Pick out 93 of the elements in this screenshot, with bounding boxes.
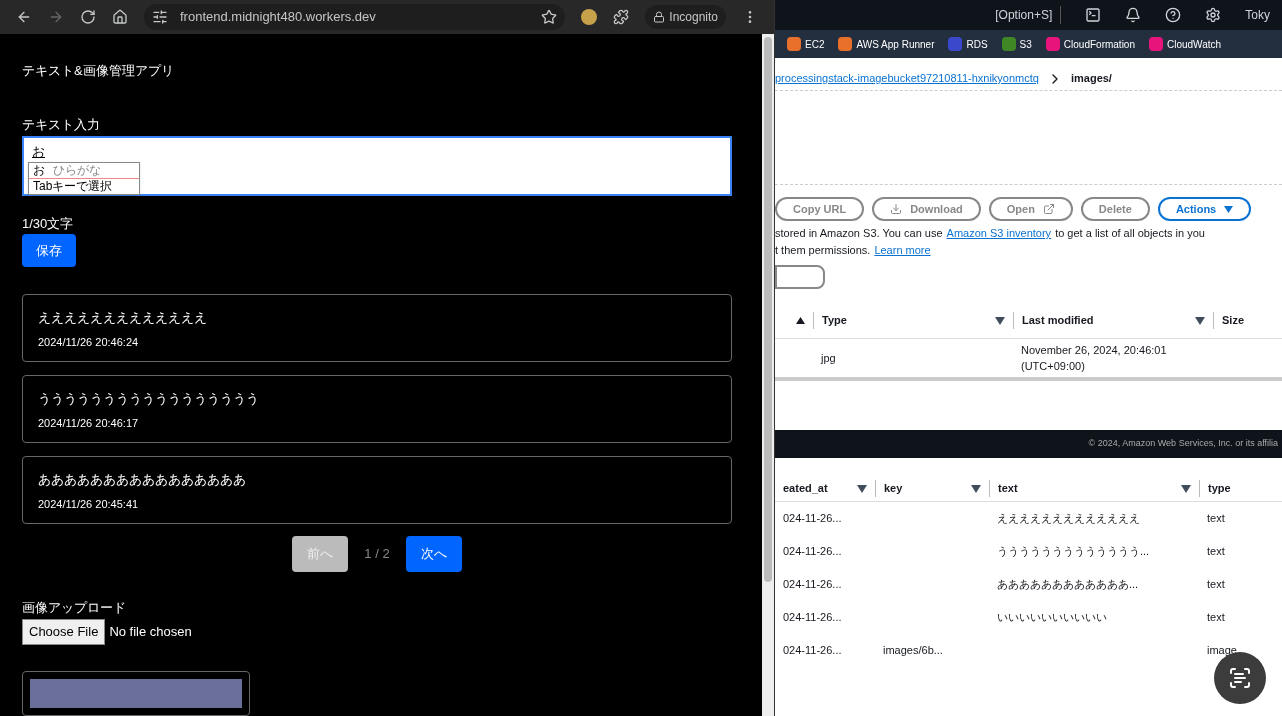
table-cell-text: えええええええええええええ (996, 511, 1141, 527)
action-button[interactable]: Actions (1157, 197, 1252, 221)
external-link-icon (1042, 203, 1055, 215)
action-button[interactable]: Copy URL (775, 197, 865, 221)
info-text: to get a list of all objects in you (1055, 226, 1205, 241)
sort-caret-icon[interactable] (1195, 316, 1205, 325)
table-cell-text: 024-11-26... (782, 643, 843, 659)
column-header[interactable]: key (884, 480, 903, 497)
table-cell-text: text (1206, 544, 1226, 560)
save-button[interactable]: 保存 (22, 233, 76, 268)
table-cell-text: ううううううううううううう... (996, 544, 1151, 560)
caret-icon (1224, 205, 1234, 213)
scan-text-icon (1228, 666, 1252, 690)
bucket-link[interactable]: processingstack-imagebucket97210811-hxnikyonmctq (775, 70, 1039, 87)
action-button[interactable]: Delete (1080, 197, 1150, 221)
sort-caret-icon[interactable] (971, 484, 981, 493)
service-shortcut[interactable]: CloudWatch (1149, 36, 1222, 52)
table-cell-text: text (1206, 610, 1226, 626)
sort-caret-icon[interactable] (1181, 484, 1191, 493)
forward-icon[interactable] (48, 9, 64, 25)
entry-timestamp: 2024/11/26 20:45:41 (38, 496, 140, 512)
sort-caret-icon[interactable] (857, 484, 867, 493)
service-shortcut[interactable]: AWS App Runner (838, 36, 935, 52)
char-count: 1/30文字 (22, 215, 75, 234)
help-icon[interactable] (1165, 7, 1182, 23)
table-cell-text: images/6b... (882, 643, 944, 659)
next-button[interactable]: 次へ (405, 536, 462, 572)
text-input-area[interactable]: お お ひらがな Tabキーで選択 (22, 136, 732, 197)
bell-icon[interactable] (1125, 7, 1142, 23)
incognito-chip[interactable]: Incognito (645, 5, 726, 29)
learn-more-link[interactable]: Learn more (874, 242, 931, 259)
column-header[interactable]: Type (822, 312, 847, 329)
service-shortcut[interactable]: S3 (1001, 36, 1032, 52)
url-text: frontend.midnight480.workers.dev (180, 8, 377, 27)
page-indicator: 1 / 2 (364, 545, 390, 564)
bookmark-star-icon[interactable] (541, 9, 558, 25)
settings-icon[interactable] (1205, 7, 1222, 23)
terminal-icon[interactable] (1085, 7, 1102, 23)
region-label[interactable]: Toky (1245, 6, 1270, 24)
service-shortcut[interactable]: RDS (948, 36, 988, 52)
table-cell-text: 024-11-26... (782, 610, 843, 626)
input-label: テキスト入力 (22, 115, 101, 134)
sort-caret-icon[interactable] (995, 316, 1005, 325)
column-header[interactable]: Last modified (1022, 312, 1094, 329)
entry-text: ああああああああああああああああ (38, 471, 247, 490)
scrollbar[interactable] (762, 34, 774, 716)
download-icon (890, 203, 903, 215)
entry-text: えええええええええええええ (38, 309, 208, 328)
info-text: stored in Amazon S3. You can use (775, 226, 943, 241)
sort-ascending-icon[interactable] (796, 317, 805, 324)
choose-file-button[interactable]: Choose File (22, 619, 106, 645)
info-text: t them permissions. (775, 243, 871, 258)
ime-candidate[interactable]: お ひらがな (29, 163, 139, 179)
reload-icon[interactable] (80, 9, 96, 25)
copyright-text: © 2024, Amazon Web Services, Inc. or its affilia (1088, 437, 1278, 451)
composing-text: お (32, 144, 45, 159)
table-cell-text: ああああああああああああ... (996, 577, 1140, 593)
column-header[interactable]: Size (1222, 312, 1244, 329)
action-button[interactable]: Open (988, 197, 1073, 221)
breadcrumb-current: images/ (1070, 71, 1112, 87)
back-icon[interactable] (16, 9, 32, 25)
upload-label: 画像アップロード (22, 598, 127, 617)
entry-timestamp: 2024/11/26 20:46:24 (38, 334, 140, 350)
home-icon[interactable] (112, 9, 128, 25)
entry-text: ううううううううううううううううう (38, 390, 260, 409)
site-settings-icon[interactable] (152, 9, 168, 25)
search-shortcut: [Option+S] (995, 6, 1062, 24)
app-title: テキスト&画像管理アプリ (22, 62, 175, 80)
column-header[interactable]: eated_at (783, 480, 828, 497)
profile-icon[interactable] (581, 9, 598, 25)
lock-icon (653, 11, 666, 23)
ime-hint: Tabキーで選択 (32, 179, 114, 194)
table-cell-text: text (1206, 577, 1226, 593)
table-cell-text: image (1206, 643, 1238, 659)
incognito-label: Incognito (669, 9, 718, 26)
table-cell-text: 024-11-26... (782, 577, 843, 593)
action-button[interactable]: Download (872, 197, 981, 221)
file-status: No file chosen (109, 623, 192, 642)
table-cell-text: 024-11-26... (782, 544, 843, 560)
service-shortcut[interactable]: CloudFormation (1045, 36, 1135, 52)
service-shortcut[interactable]: EC2 (787, 36, 825, 52)
table-cell-text: 024-11-26... (782, 511, 843, 527)
extensions-icon[interactable] (613, 9, 630, 25)
filter-field[interactable] (775, 265, 825, 289)
table-cell-text: jpg (819, 350, 837, 366)
column-header[interactable]: text (998, 480, 1018, 497)
column-header[interactable]: type (1208, 480, 1231, 497)
inventory-link[interactable]: Amazon S3 inventory (946, 225, 1052, 242)
entry-timestamp: 2024/11/26 20:46:17 (38, 415, 140, 431)
address-bar[interactable]: frontend.midnight480.workers.dev (144, 4, 566, 30)
table-cell-text: November 26, 2024, 20:46:01 (UTC+09:00) (1020, 342, 1168, 374)
table-cell-text: text (1206, 511, 1226, 527)
table-cell-text: いいいいいいいいいい (996, 610, 1108, 626)
